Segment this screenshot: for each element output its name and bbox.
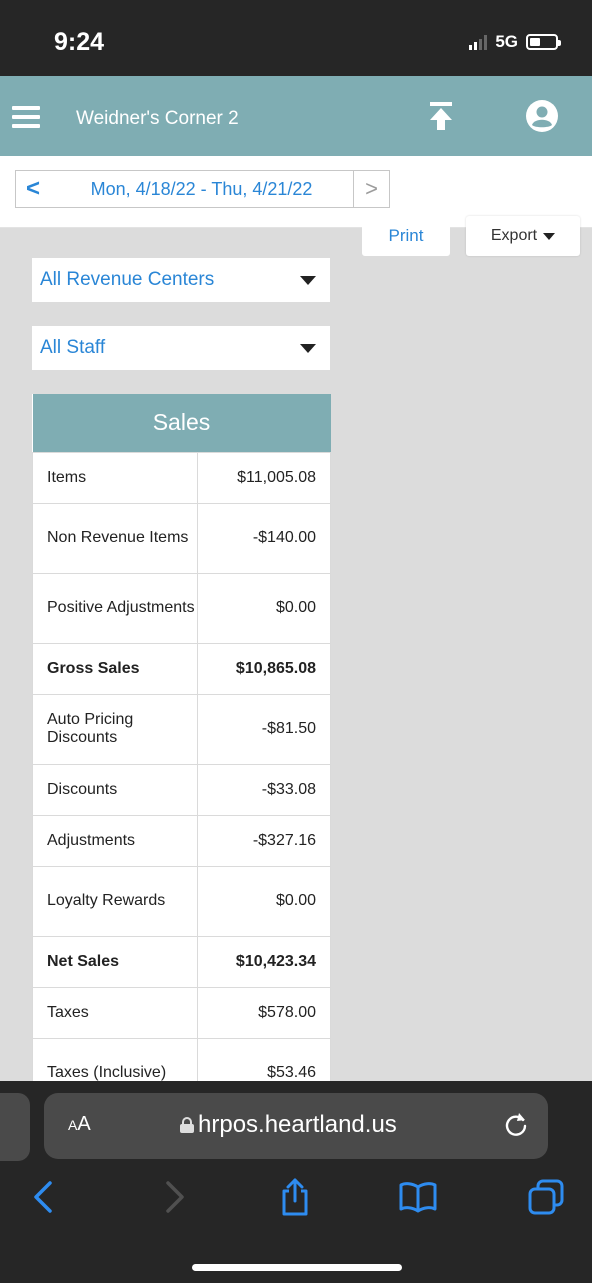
table-row: Net Sales $10,423.34 (31, 935, 331, 988)
table-row: Items $11,005.08 (31, 451, 331, 504)
row-label: Items (31, 451, 199, 504)
browser-toolbar: AA hrpos.heartland.us (0, 1081, 592, 1283)
home-indicator (192, 1264, 402, 1271)
row-label: Non Revenue Items (31, 502, 199, 574)
table-row: Gross Sales $10,865.08 (31, 642, 331, 695)
share-icon[interactable] (278, 1177, 312, 1217)
row-value: $10,865.08 (197, 642, 331, 695)
table-row: Auto Pricing Discounts -$81.50 (31, 693, 331, 765)
row-value: $11,005.08 (197, 451, 331, 504)
previous-tab-peek[interactable] (0, 1093, 30, 1161)
row-label: Discounts (31, 763, 199, 816)
table-row: Taxes $578.00 (31, 986, 331, 1039)
reload-icon[interactable] (502, 1111, 530, 1139)
row-label: Gross Sales (31, 642, 199, 695)
lock-icon (180, 1117, 194, 1133)
row-value: $0.00 (197, 865, 331, 937)
table-row: Positive Adjustments $0.00 (31, 572, 331, 644)
table-row: Taxes (Inclusive) $53.46 (31, 1037, 331, 1081)
row-label: Positive Adjustments (31, 572, 199, 644)
row-value: $53.46 (197, 1037, 331, 1081)
row-value: $0.00 (197, 572, 331, 644)
row-value: $578.00 (197, 986, 331, 1039)
address-bar[interactable]: AA hrpos.heartland.us (44, 1093, 548, 1159)
sales-table: Sales Items $11,005.08 Non Revenue Items… (31, 394, 331, 1081)
table-row: Non Revenue Items -$140.00 (31, 502, 331, 574)
row-label: Taxes (31, 986, 199, 1039)
content-area: Sales Items $11,005.08 Non Revenue Items… (0, 0, 592, 1081)
row-value: -$327.16 (197, 814, 331, 867)
url-display[interactable]: hrpos.heartland.us (180, 1111, 397, 1139)
row-value: -$81.50 (197, 693, 331, 765)
table-row: Discounts -$33.08 (31, 763, 331, 816)
row-label: Taxes (Inclusive) (31, 1037, 199, 1081)
row-label: Net Sales (31, 935, 199, 988)
forward-icon (166, 1181, 184, 1213)
row-value: $10,423.34 (197, 935, 331, 988)
url-text: hrpos.heartland.us (198, 1111, 397, 1138)
row-label: Loyalty Rewards (31, 865, 199, 937)
table-row: Adjustments -$327.16 (31, 814, 331, 867)
back-icon[interactable] (28, 1179, 60, 1215)
table-row: Loyalty Rewards $0.00 (31, 865, 331, 937)
row-value: -$33.08 (197, 763, 331, 816)
row-label: Auto Pricing Discounts (31, 693, 199, 765)
sales-table-title: Sales (32, 394, 331, 452)
bookmarks-icon[interactable] (398, 1181, 438, 1213)
text-size-button[interactable]: AA (68, 1113, 91, 1136)
row-value: -$140.00 (197, 502, 331, 574)
tabs-icon[interactable] (526, 1179, 566, 1215)
row-label: Adjustments (31, 814, 199, 867)
